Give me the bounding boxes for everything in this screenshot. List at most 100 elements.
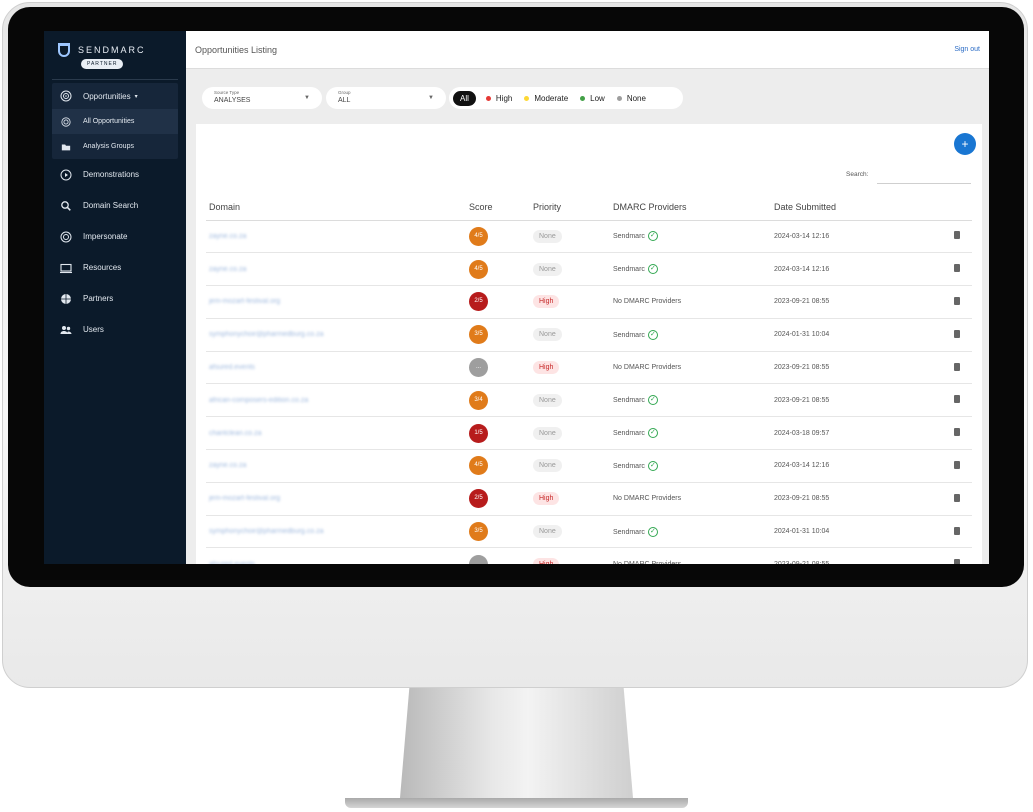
table-row[interactable]: chantclean.co.za 1/5 None Sendmarc ✓ 2024-03-… [206,416,972,451]
source-type-select[interactable]: Source Type ANALYSES ▼ [202,87,322,109]
domain-link[interactable]: afsured.events [209,561,255,564]
score-badge: 2/5 [469,489,488,509]
score-badge: 2/5 [469,292,488,312]
domain-cell: jem-mozart-festival.org [206,285,469,319]
date-text: 2023-09-21 08:55 [774,561,829,564]
domain-link[interactable]: zayne.co.za [209,233,246,240]
sidebar-item-opportunities[interactable]: Opportunities ▾ [52,83,178,109]
domain-link[interactable]: jem-mozart-festival.org [209,298,280,305]
column-header-date-submitted[interactable]: Date Submitted [774,194,942,221]
document-icon[interactable] [954,395,960,404]
domain-link[interactable]: zayne.co.za [209,266,246,273]
date-cell: 2024-03-18 09:57 [774,416,942,451]
search-input[interactable] [877,168,971,184]
brand-logo[interactable]: SENDMARC [58,43,146,57]
table-row[interactable]: afsured.events... High No DMARC Providers 2… [206,547,972,564]
table-row[interactable]: afsured.events... High No DMARC Providers 2… [206,351,972,385]
caret-down-icon: ▼ [428,95,434,101]
score-cell: 1/5 [469,416,533,451]
domain-link[interactable]: african-composers-edition.co.za [209,397,308,404]
providers-cell: Sendmarc ✓ [613,318,774,352]
priority-pill: None [533,229,562,243]
domain-link[interactable]: chantclean.co.za [209,430,262,437]
chip-moderate[interactable]: Moderate [524,94,568,103]
date-cell: 2024-03-14 12:16 [774,220,942,254]
sidebar-item-label: Impersonate [83,232,128,241]
sidebar-item-analysis-groups[interactable]: Analysis Groups [52,134,178,159]
column-header-dmarc-providers[interactable]: DMARC Providers [613,194,774,221]
domain-link[interactable]: symphonychoir@pharmedburg.co.za [209,528,324,535]
sidebar-item-resources[interactable]: Resources [44,252,186,283]
domain-link[interactable]: afsured.events [209,364,255,371]
sidebar-item-users[interactable]: Users [44,314,186,345]
sidebar-item-partners[interactable]: Partners [44,283,186,314]
action-cell [942,220,972,254]
score-badge: 3/5 [469,325,488,345]
sign-out-link[interactable]: Sign out [954,46,980,53]
sidebar-item-label: Analysis Groups [83,143,134,150]
document-icon[interactable] [954,264,960,273]
document-icon[interactable] [954,559,960,564]
document-icon[interactable] [954,231,960,240]
chip-low[interactable]: Low [580,94,605,103]
action-cell [942,383,972,418]
action-cell [942,351,972,385]
sidebar-item-impersonate[interactable]: Impersonate [44,221,186,252]
table-row[interactable]: symphonychoir@pharmedburg.co.za 3/5 None Se… [206,515,972,549]
document-icon[interactable] [954,296,960,305]
action-cell [942,416,972,451]
search-icon [60,200,72,212]
group-value: ALL [338,97,351,104]
column-header-score[interactable]: Score [469,194,533,221]
priority-pill: High [533,361,560,375]
add-button[interactable]: + [954,133,976,155]
monitor-stand [400,688,633,798]
date-cell: 2023-09-21 08:55 [774,383,942,418]
chip-high[interactable]: High [485,94,512,103]
chip-all[interactable]: All [453,90,476,106]
domain-link[interactable]: zayne.co.za [209,462,246,469]
domain-link[interactable]: symphonychoir@pharmedburg.co.za [209,331,324,338]
providers-cell: Sendmarc ✓ [613,449,774,483]
sidebar-item-label: Partners [83,294,114,303]
providers-text: No DMARC Providers [613,298,682,306]
score-cell: 4/5 [469,220,533,254]
score-badge: 3/4 [469,390,488,410]
table-row[interactable]: zayne.co.za 4/5 None Sendmarc ✓ 2024-03-14 12… [206,449,972,483]
sidebar-item-domain-search[interactable]: Domain Search [44,190,186,221]
providers-cell: Sendmarc ✓ [613,252,774,287]
providers-text: Sendmarc [613,430,645,438]
sidebar-item-demonstrations[interactable]: Demonstrations [44,159,186,190]
domain-link[interactable]: jem-mozart-festival.org [209,495,280,502]
play-circle-icon [60,169,72,181]
document-icon[interactable] [954,428,960,437]
date-text: 2024-03-14 12:16 [774,265,830,273]
column-header-actions [942,194,972,221]
table-row[interactable]: african-composers-edition.co.za 3/4 None Se… [206,383,972,418]
document-icon[interactable] [954,526,960,535]
column-header-priority[interactable]: Priority [533,194,613,221]
document-icon[interactable] [954,329,960,338]
score-cell: 3/5 [469,515,533,549]
providers-text: No DMARC Providers [613,495,682,503]
table-row[interactable]: zayne.co.za 4/5 None Sendmarc ✓ 2024-03-14 12… [206,220,972,254]
table-row[interactable]: jem-mozart-festival.org 2/5 High No DMARC P… [206,285,972,319]
document-icon[interactable] [954,460,960,469]
table-row[interactable]: symphonychoir@pharmedburg.co.za 3/5 None Se… [206,318,972,352]
chip-label: None [626,93,646,103]
table-row[interactable]: jem-mozart-festival.org 2/5 High No DMARC P… [206,482,972,516]
chip-none[interactable]: None [616,93,646,103]
domain-cell: zayne.co.za [206,220,469,254]
table-row[interactable]: zayne.co.za 4/5 None Sendmarc ✓ 2024-03-14 12… [206,252,972,287]
sidebar-item-all-opportunities[interactable]: All Opportunities [52,109,178,134]
providers-cell: No DMARC Providers [613,482,774,516]
column-header-domain[interactable]: Domain [206,194,469,221]
date-text: 2024-01-31 10:04 [774,331,830,339]
document-icon[interactable] [954,493,960,502]
action-cell [942,449,972,483]
priority-cell: None [533,252,613,287]
priority-pill: None [533,525,562,539]
document-icon[interactable] [954,362,960,371]
group-select[interactable]: Group ALL ▼ [326,87,446,109]
priority-cell: None [533,220,613,254]
